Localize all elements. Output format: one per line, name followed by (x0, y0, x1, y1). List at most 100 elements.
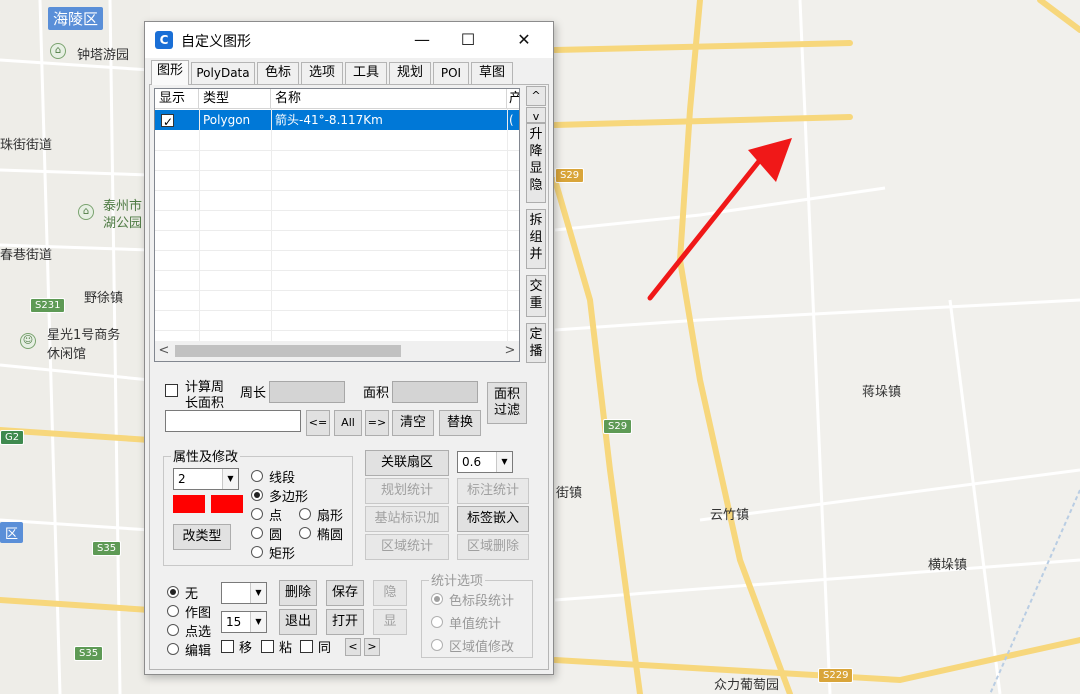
radio-single-value-stats[interactable] (431, 616, 443, 628)
radio-point[interactable] (251, 508, 263, 520)
radio-mode-select[interactable] (167, 624, 179, 636)
area-delete-button[interactable]: 区域删除 (457, 534, 529, 560)
horizontal-scrollbar[interactable]: < > (155, 341, 519, 361)
radio-color-segment-stats[interactable] (431, 593, 443, 605)
mode-select-b[interactable]: 15 ▼ (221, 611, 267, 633)
tab-color-scale[interactable]: 色标 (257, 62, 299, 84)
radio-rectangle[interactable] (251, 546, 263, 558)
radio-sector[interactable] (299, 508, 311, 520)
chevron-down-icon[interactable]: ▼ (496, 452, 512, 472)
close-button[interactable]: ✕ (501, 22, 547, 58)
locate-button[interactable]: 定播 (526, 323, 546, 363)
radio-area-value-edit[interactable] (431, 639, 443, 651)
maximize-button[interactable]: ☐ (445, 22, 491, 58)
column-header-show[interactable]: 显示 (155, 89, 199, 109)
minimize-button[interactable]: — (399, 22, 445, 58)
scroll-left-button[interactable]: < (155, 341, 173, 361)
radio-ellipse[interactable] (299, 527, 311, 539)
show-button[interactable]: 显 (373, 609, 407, 635)
column-header-extra[interactable]: 产 (507, 89, 519, 109)
tab-polydata[interactable]: PolyData (191, 62, 255, 84)
next-button[interactable]: => (365, 410, 389, 436)
radio-mode-none[interactable] (167, 586, 179, 598)
move-checkbox[interactable] (221, 640, 234, 653)
exit-button[interactable]: 退出 (279, 609, 317, 635)
park-icon: ⌂ (50, 43, 66, 59)
radio-circle[interactable] (251, 527, 263, 539)
next-page-button[interactable]: > (364, 638, 380, 656)
map-label-yexu: 野徐镇 (84, 291, 124, 306)
title-bar[interactable]: C 自定义图形 — ☐ ✕ (145, 22, 553, 58)
link-sector-button[interactable]: 关联扇区 (365, 450, 449, 476)
road-shield-s231: S231 (30, 298, 66, 313)
road-shield-s35-b: S35 (74, 646, 104, 661)
area-stats-button[interactable]: 区域统计 (365, 534, 449, 560)
sort-visibility-button[interactable]: 升降显隐 (526, 123, 546, 203)
replace-button[interactable]: 替换 (439, 410, 481, 436)
map-label-qu: 区 (0, 522, 24, 543)
opacity-value: 0.6 (462, 455, 482, 469)
line-width-select[interactable]: 2 ▼ (173, 468, 239, 490)
search-input[interactable] (165, 410, 301, 432)
label-stats-button[interactable]: 标注统计 (457, 478, 529, 504)
mode-none: 无 (185, 587, 199, 602)
open-button[interactable]: 打开 (326, 609, 364, 635)
area-filter-button[interactable]: 面积 过滤 (487, 382, 527, 424)
prev-page-button[interactable]: < (345, 638, 361, 656)
plan-stats-button[interactable]: 规划统计 (365, 478, 449, 504)
calc-perimeter-area-checkbox[interactable] (165, 384, 178, 397)
map-label-xingguang-a: 星光1号商务 (47, 328, 121, 343)
chevron-down-icon[interactable]: ▼ (250, 583, 266, 603)
paste-checkbox[interactable] (261, 640, 274, 653)
chevron-down-icon[interactable]: ▼ (222, 469, 238, 489)
column-header-type[interactable]: 类型 (199, 89, 271, 109)
option-polygon: 多边形 (269, 490, 309, 505)
line-color-swatch[interactable] (173, 495, 205, 513)
label-embed-button[interactable]: 标签嵌入 (457, 506, 529, 532)
mode-select: 点选 (185, 625, 212, 640)
chevron-down-icon[interactable]: ▼ (250, 612, 266, 632)
radio-mode-edit[interactable] (167, 643, 179, 655)
table-row[interactable]: Polygon 箭头-41°-8.117Km ( (155, 110, 519, 132)
perimeter-field (269, 381, 345, 403)
checkbox[interactable] (161, 112, 174, 132)
tab-options[interactable]: 选项 (301, 62, 343, 84)
same-checkbox[interactable] (300, 640, 313, 653)
tab-poi[interactable]: POI (433, 62, 469, 84)
row-type: Polygon (203, 113, 251, 127)
change-type-button[interactable]: 改类型 (173, 524, 231, 550)
scroll-thumb[interactable] (175, 345, 401, 357)
shape-list[interactable]: 显示 类型 名称 产 Polygon 箭头-41°-8.117Km ( < > (154, 88, 520, 362)
row-visible-checkbox[interactable] (157, 110, 199, 132)
tab-tools[interactable]: 工具 (345, 62, 387, 84)
save-button[interactable]: 保存 (326, 580, 364, 606)
prev-button[interactable]: <= (306, 410, 330, 436)
delete-button[interactable]: 删除 (279, 580, 317, 606)
map-label-yunzhu: 云竹镇 (710, 508, 750, 523)
site-label-add-button[interactable]: 基站标识加 (365, 506, 449, 532)
radio-mode-draw[interactable] (167, 605, 179, 617)
split-merge-button[interactable]: 拆组并 (526, 209, 546, 269)
map-label-jiangduo: 蒋垛镇 (862, 385, 902, 400)
column-header-name[interactable]: 名称 (271, 89, 507, 109)
map-label-zhongli: 众力葡萄园 (714, 678, 780, 693)
row-name: 箭头-41°-8.117Km (275, 113, 383, 127)
tab-shape[interactable]: 图形 (151, 60, 189, 85)
all-button[interactable]: All (334, 410, 362, 436)
row-extra: ( (509, 113, 514, 127)
intersect-button[interactable]: 交重 (526, 275, 546, 317)
mode-select-a[interactable]: ▼ (221, 582, 267, 604)
fill-color-swatch[interactable] (211, 495, 243, 513)
hide-button[interactable]: 隐 (373, 580, 407, 606)
scroll-right-button[interactable]: > (501, 341, 519, 361)
perimeter-label: 周长 (240, 386, 267, 401)
radio-segment[interactable] (251, 470, 263, 482)
move-down-button[interactable]: v (526, 107, 546, 123)
opacity-select[interactable]: 0.6 ▼ (457, 451, 513, 473)
tab-planning[interactable]: 规划 (389, 62, 431, 84)
tab-sketch[interactable]: 草图 (471, 62, 513, 84)
move-up-button[interactable]: ^ (526, 86, 546, 106)
radio-polygon[interactable] (251, 489, 263, 501)
clear-button[interactable]: 清空 (392, 410, 434, 436)
map-label-chunxiang: 春巷街道 (0, 248, 53, 263)
